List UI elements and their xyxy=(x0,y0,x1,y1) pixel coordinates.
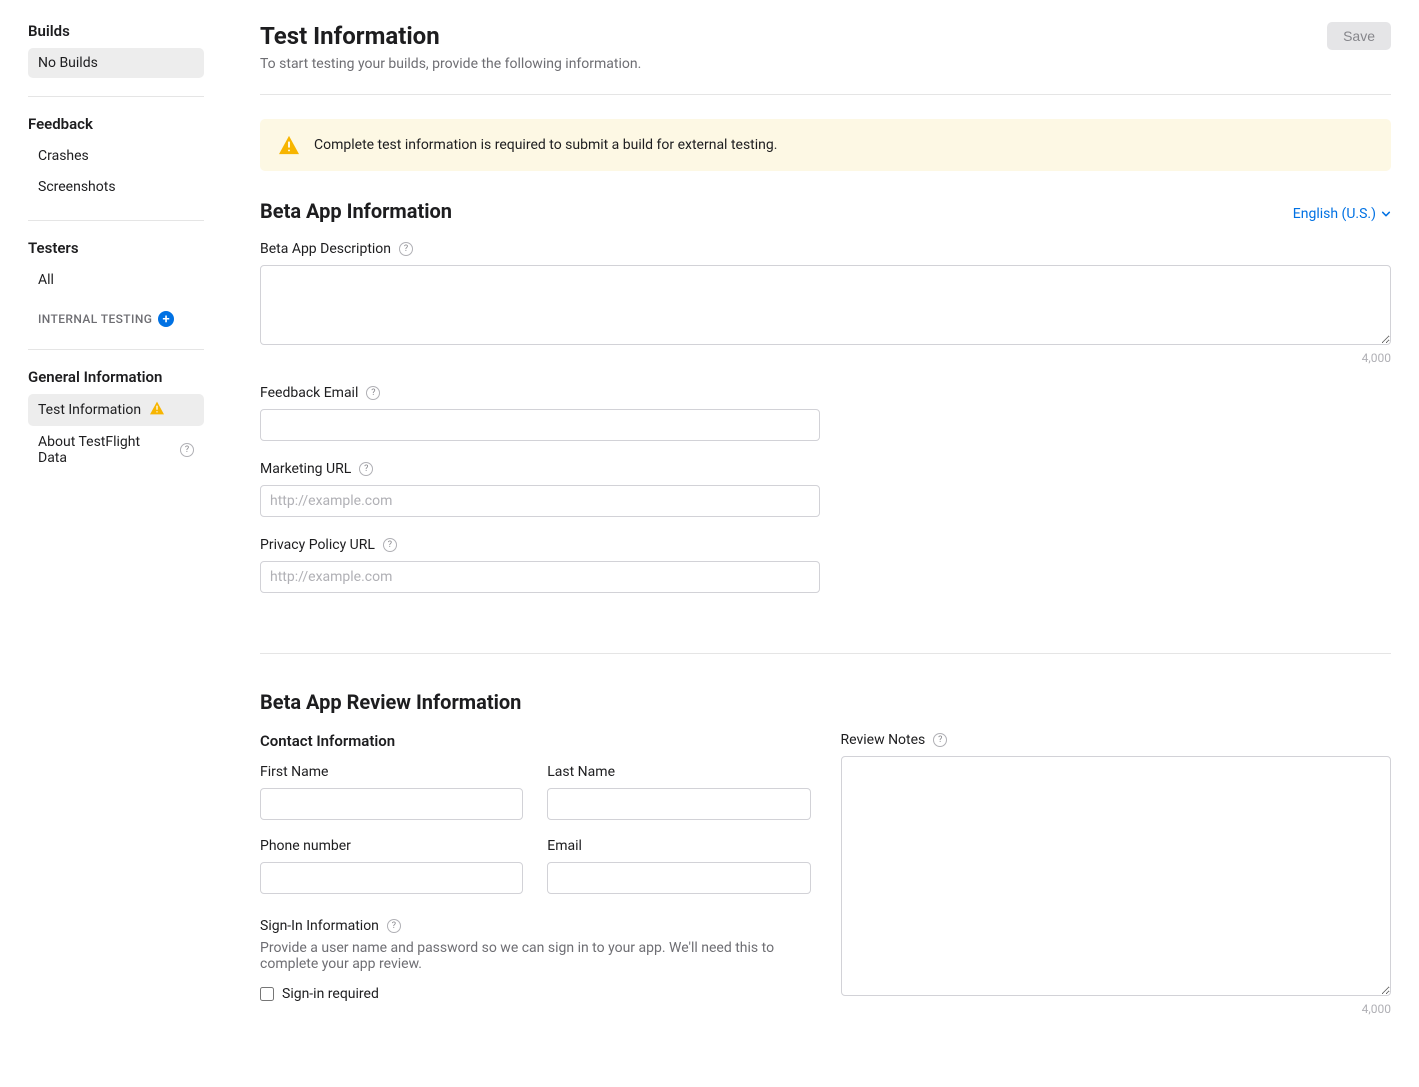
help-icon[interactable]: ? xyxy=(383,538,397,552)
sidebar-item-screenshots[interactable]: Screenshots xyxy=(28,172,204,202)
phone-input[interactable] xyxy=(260,862,523,894)
general-info-heading: General Information xyxy=(28,368,204,386)
marketing-url-input[interactable] xyxy=(260,485,820,517)
warning-text: Complete test information is required to… xyxy=(314,137,777,153)
sidebar-item-label: No Builds xyxy=(38,55,98,71)
sidebar-item-all-testers[interactable]: All xyxy=(28,265,204,295)
main-content: Test Information Save To start testing y… xyxy=(232,0,1419,1087)
field-label: Beta App Description xyxy=(260,241,391,257)
divider xyxy=(260,94,1391,95)
email-input[interactable] xyxy=(547,862,810,894)
divider xyxy=(260,653,1391,654)
chevron-down-icon xyxy=(1381,209,1391,219)
email-field: Email xyxy=(547,838,810,894)
help-icon[interactable]: ? xyxy=(933,733,947,747)
sidebar-item-label: All xyxy=(38,272,54,288)
section-title: Beta App Information xyxy=(260,199,452,223)
feedback-heading: Feedback xyxy=(28,115,204,133)
help-icon[interactable]: ? xyxy=(180,443,194,457)
beta-app-description-field: Beta App Description ? 4,000 xyxy=(260,241,1391,365)
beta-app-description-input[interactable] xyxy=(260,265,1391,345)
sidebar-item-crashes[interactable]: Crashes xyxy=(28,141,204,171)
add-internal-testing-button[interactable]: + xyxy=(158,311,174,327)
warning-icon xyxy=(149,401,165,419)
section-title: Beta App Review Information xyxy=(260,690,1391,714)
warning-banner: Complete test information is required to… xyxy=(260,119,1391,171)
field-label: Feedback Email xyxy=(260,385,358,401)
testers-heading: Testers xyxy=(28,239,204,257)
privacy-policy-url-field: Privacy Policy URL ? xyxy=(260,537,820,593)
contact-info-heading: Contact Information xyxy=(260,732,811,750)
divider xyxy=(28,96,204,97)
builds-heading: Builds xyxy=(28,22,204,40)
beta-app-info-header: Beta App Information English (U.S.) xyxy=(260,199,1391,223)
signin-required-row[interactable]: Sign-in required xyxy=(260,986,811,1002)
warning-icon xyxy=(278,135,300,155)
sidebar-item-label: About TestFlight Data xyxy=(38,434,172,466)
field-label: Last Name xyxy=(547,764,615,780)
field-label: Review Notes xyxy=(841,732,926,748)
feedback-email-field: Feedback Email ? xyxy=(260,385,820,441)
help-icon[interactable]: ? xyxy=(387,919,401,933)
phone-field: Phone number xyxy=(260,838,523,894)
char-count: 4,000 xyxy=(260,351,1391,365)
contact-info-column: Contact Information First Name Last Name… xyxy=(260,732,811,1002)
first-name-input[interactable] xyxy=(260,788,523,820)
page-subtitle: To start testing your builds, provide th… xyxy=(260,56,1391,72)
field-label: Email xyxy=(547,838,582,854)
divider xyxy=(28,220,204,221)
review-notes-input[interactable] xyxy=(841,756,1392,996)
signin-required-label: Sign-in required xyxy=(282,986,379,1002)
divider xyxy=(28,349,204,350)
help-icon[interactable]: ? xyxy=(366,386,380,400)
signin-info-heading: Sign-In Information xyxy=(260,918,379,934)
sidebar-item-test-information[interactable]: Test Information xyxy=(28,394,204,426)
char-count: 4,000 xyxy=(841,1002,1392,1016)
save-button[interactable]: Save xyxy=(1327,22,1391,50)
sidebar: Builds No Builds Feedback Crashes Screen… xyxy=(0,0,232,1087)
privacy-policy-url-input[interactable] xyxy=(260,561,820,593)
subheading-label: INTERNAL TESTING xyxy=(38,312,152,326)
sidebar-item-label: Crashes xyxy=(38,148,89,164)
marketing-url-field: Marketing URL ? xyxy=(260,461,820,517)
sidebar-item-label: Test Information xyxy=(38,402,141,418)
help-icon[interactable]: ? xyxy=(399,242,413,256)
help-icon[interactable]: ? xyxy=(359,462,373,476)
sidebar-item-no-builds[interactable]: No Builds xyxy=(28,48,204,78)
language-label: English (U.S.) xyxy=(1293,206,1376,222)
sidebar-item-about-testflight-data[interactable]: About TestFlight Data ? xyxy=(28,427,204,473)
sidebar-item-label: Screenshots xyxy=(38,179,116,195)
internal-testing-subheading: INTERNAL TESTING + xyxy=(28,307,204,331)
review-notes-column: Review Notes ? 4,000 xyxy=(841,732,1392,1016)
last-name-field: Last Name xyxy=(547,764,810,820)
feedback-email-input[interactable] xyxy=(260,409,820,441)
first-name-field: First Name xyxy=(260,764,523,820)
page-header: Test Information Save xyxy=(260,22,1391,50)
language-selector[interactable]: English (U.S.) xyxy=(1293,206,1391,222)
field-label: First Name xyxy=(260,764,328,780)
signin-required-checkbox[interactable] xyxy=(260,987,274,1001)
field-label: Phone number xyxy=(260,838,351,854)
last-name-input[interactable] xyxy=(547,788,810,820)
review-info-columns: Contact Information First Name Last Name… xyxy=(260,732,1391,1016)
signin-description: Provide a user name and password so we c… xyxy=(260,940,780,972)
page-title: Test Information xyxy=(260,22,440,50)
field-label: Marketing URL xyxy=(260,461,351,477)
field-label: Privacy Policy URL xyxy=(260,537,375,553)
